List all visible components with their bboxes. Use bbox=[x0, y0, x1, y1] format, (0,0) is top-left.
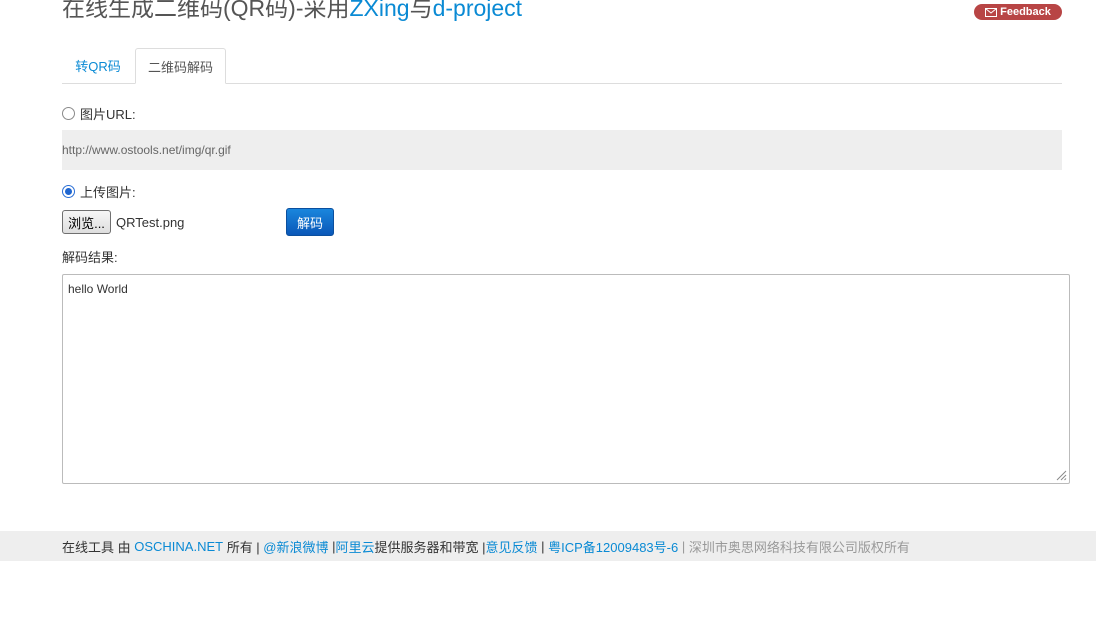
footer: 在线工具 由 OSCHINA.NET 所有 | @新浪微博 | 阿里云 提供服务器和… bbox=[0, 531, 1096, 561]
url-option-label: 图片URL: bbox=[80, 107, 136, 122]
result-label: 解码结果: bbox=[62, 250, 118, 265]
browse-button[interactable]: 浏览... bbox=[62, 210, 111, 234]
title-middle: 与 bbox=[409, 0, 433, 21]
icp-link[interactable]: 粤ICP备12009483号-6 bbox=[548, 537, 678, 556]
title-prefix: 在线生成二维码(QR码)-采用 bbox=[62, 0, 350, 21]
resize-handle-icon[interactable] bbox=[1055, 469, 1067, 481]
feedback-link[interactable]: 意见反馈 bbox=[486, 537, 538, 556]
tab-bar: 转QR码 二维码解码 bbox=[62, 48, 1062, 84]
oschina-link[interactable]: OSCHINA.NET bbox=[134, 539, 223, 554]
weibo-link[interactable]: @新浪微博 bbox=[263, 537, 328, 556]
footer-text-4: 提供服务器和带宽 | bbox=[374, 539, 486, 555]
d-project-link[interactable]: d-project bbox=[433, 0, 522, 21]
url-input[interactable]: http://www.ostools.net/img/qr.gif bbox=[62, 130, 1062, 170]
envelope-icon bbox=[985, 7, 998, 17]
upload-option: 上传图片: bbox=[62, 182, 136, 201]
url-option: 图片URL: bbox=[62, 104, 136, 123]
footer-text-3: | bbox=[328, 538, 336, 554]
url-radio[interactable] bbox=[62, 107, 75, 120]
zxing-link[interactable]: ZXing bbox=[349, 0, 409, 21]
aliyun-link[interactable]: 阿里云 bbox=[336, 537, 375, 556]
footer-text-2: 所有 | bbox=[223, 539, 264, 555]
tab-encode[interactable]: 转QR码 bbox=[62, 48, 134, 83]
page-title: 在线生成二维码(QR码)-采用ZXing与d-project bbox=[62, 0, 522, 24]
footer-text-6: | bbox=[678, 538, 689, 554]
decode-button[interactable]: 解码 bbox=[286, 208, 334, 236]
result-textarea[interactable]: hello World bbox=[62, 274, 1070, 484]
upload-option-label: 上传图片: bbox=[80, 185, 136, 200]
footer-text-5: | bbox=[537, 538, 549, 554]
upload-radio[interactable] bbox=[62, 185, 75, 198]
result-text: hello World bbox=[68, 282, 128, 296]
footer-text-1: 在线工具 由 bbox=[62, 539, 135, 555]
copyright-text: 深圳市奥思网络科技有限公司版权所有 bbox=[688, 539, 910, 555]
feedback-button[interactable]: Feedback bbox=[974, 4, 1062, 20]
file-name: QRTest.png bbox=[116, 215, 185, 230]
feedback-label: Feedback bbox=[1000, 6, 1051, 18]
tab-decode[interactable]: 二维码解码 bbox=[135, 48, 226, 84]
